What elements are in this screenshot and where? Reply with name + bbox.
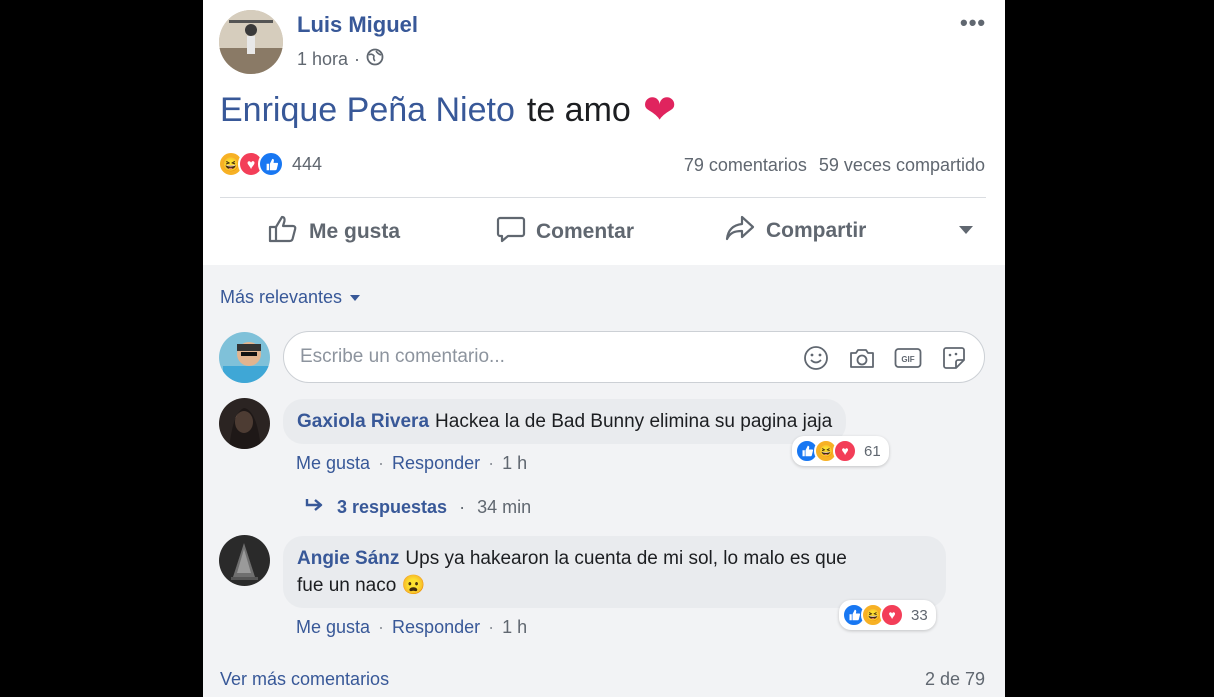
share-label: Compartir xyxy=(766,219,867,242)
post-message-text: te amo xyxy=(526,90,631,129)
comment-bubble: Angie Sánz Ups ya hakearon la cuenta de m… xyxy=(283,536,946,608)
view-replies[interactable]: 3 respuestas · 34 min xyxy=(303,496,531,519)
chevron-down-icon[interactable] xyxy=(959,226,973,234)
share-button[interactable]: Compartir xyxy=(724,214,866,248)
comment-text: Hackea la de Bad Bunny elimina su pagina… xyxy=(435,411,833,432)
author-name[interactable]: Luis Miguel xyxy=(297,12,418,38)
post-reactions[interactable]: 😆 ♥ 444 xyxy=(218,151,322,177)
comment-reaction-count: 33 xyxy=(911,606,928,624)
author-avatar[interactable] xyxy=(219,10,283,74)
comments-count[interactable]: 79 comentarios xyxy=(684,155,807,176)
replies-separator: · xyxy=(459,497,466,517)
commenter-avatar[interactable] xyxy=(219,535,270,586)
comment-author[interactable]: Angie Sánz xyxy=(297,548,399,569)
comment-reactions[interactable]: 😆 ♥ 33 xyxy=(839,600,936,630)
comment-line: fue un naco 😦 xyxy=(297,572,932,599)
comment-reaction-count: 61 xyxy=(864,442,881,460)
separator: · xyxy=(488,453,495,473)
divider xyxy=(220,197,986,198)
comments-pagination: 2 de 79 xyxy=(924,669,985,689)
post-time[interactable]: 1 hora xyxy=(297,49,348,70)
love-icon: ♥ xyxy=(880,603,904,627)
sort-dropdown[interactable]: Más relevantes xyxy=(220,287,361,308)
post-meta: 1 hora · xyxy=(297,48,384,71)
view-more-comments-link[interactable]: Ver más comentarios xyxy=(220,669,389,690)
reply-arrow-icon xyxy=(303,496,325,519)
separator: · xyxy=(378,453,385,473)
heart-emoji-icon: ❤ xyxy=(642,88,677,132)
comment-actions: Me gusta · Responder · 1 h xyxy=(296,617,527,638)
like-label: Me gusta xyxy=(309,220,401,243)
separator: · xyxy=(488,617,495,637)
emoji-icon[interactable] xyxy=(802,344,830,372)
thumbs-up-icon xyxy=(267,214,299,250)
comment-author[interactable]: Gaxiola Rivera xyxy=(297,411,429,432)
post-message: Enrique Peña Nieto te amo ❤ xyxy=(220,90,676,130)
more-options-icon[interactable]: ••• xyxy=(960,10,986,36)
comment-icon xyxy=(496,214,526,250)
reaction-count: 444 xyxy=(292,153,323,174)
comment-reactions[interactable]: 😆 ♥ 61 xyxy=(792,436,889,466)
sticker-icon[interactable] xyxy=(940,344,968,372)
comment-line: Angie Sánz Ups ya hakearon la cuenta de m… xyxy=(297,545,932,572)
comment-input-container[interactable]: GIF xyxy=(283,331,985,383)
comment-input-icons: GIF xyxy=(802,344,968,372)
replies-count[interactable]: 3 respuestas xyxy=(337,497,447,518)
comment-button[interactable]: Comentar xyxy=(496,214,634,250)
shares-count[interactable]: 59 veces compartido xyxy=(819,155,985,176)
like-icon xyxy=(258,151,284,177)
current-user-avatar[interactable] xyxy=(219,332,270,383)
comment-like-link[interactable]: Me gusta xyxy=(296,617,370,638)
love-icon: ♥ xyxy=(833,439,857,463)
post-stats: 79 comentarios 59 veces compartido xyxy=(684,155,985,176)
share-icon xyxy=(724,214,756,248)
post-card: Luis Miguel 1 hora · ••• Enrique Peña Ni… xyxy=(203,0,1005,697)
comment-label: Comentar xyxy=(536,220,635,243)
sort-label: Más relevantes xyxy=(220,287,343,307)
svg-text:GIF: GIF xyxy=(901,355,914,364)
comment-reply-link[interactable]: Responder xyxy=(392,453,480,474)
replies-time: 34 min xyxy=(477,497,532,517)
comment-reply-link[interactable]: Responder xyxy=(392,617,480,638)
like-button[interactable]: Me gusta xyxy=(267,214,400,250)
comment-like-link[interactable]: Me gusta xyxy=(296,453,370,474)
camera-icon[interactable] xyxy=(848,344,876,372)
comment-time[interactable]: 1 h xyxy=(502,453,527,474)
chevron-down-icon xyxy=(350,294,361,301)
globe-icon xyxy=(366,48,384,71)
comment-actions: Me gusta · Responder · 1 h xyxy=(296,453,527,474)
comment-text: fue un naco xyxy=(297,575,397,596)
commenter-avatar[interactable] xyxy=(219,398,270,449)
comment-time[interactable]: 1 h xyxy=(502,617,527,638)
meta-separator: · xyxy=(354,49,361,69)
gif-icon[interactable]: GIF xyxy=(894,344,922,372)
comment-text: Ups ya hakearon la cuenta de mi sol, lo … xyxy=(405,548,847,569)
comment-bubble: Gaxiola Rivera Hackea la de Bad Bunny eli… xyxy=(283,399,847,444)
post-mention[interactable]: Enrique Peña Nieto xyxy=(220,91,515,130)
separator: · xyxy=(378,617,385,637)
comment-input[interactable] xyxy=(300,344,770,370)
frowning-emoji-icon: 😦 xyxy=(401,575,426,596)
